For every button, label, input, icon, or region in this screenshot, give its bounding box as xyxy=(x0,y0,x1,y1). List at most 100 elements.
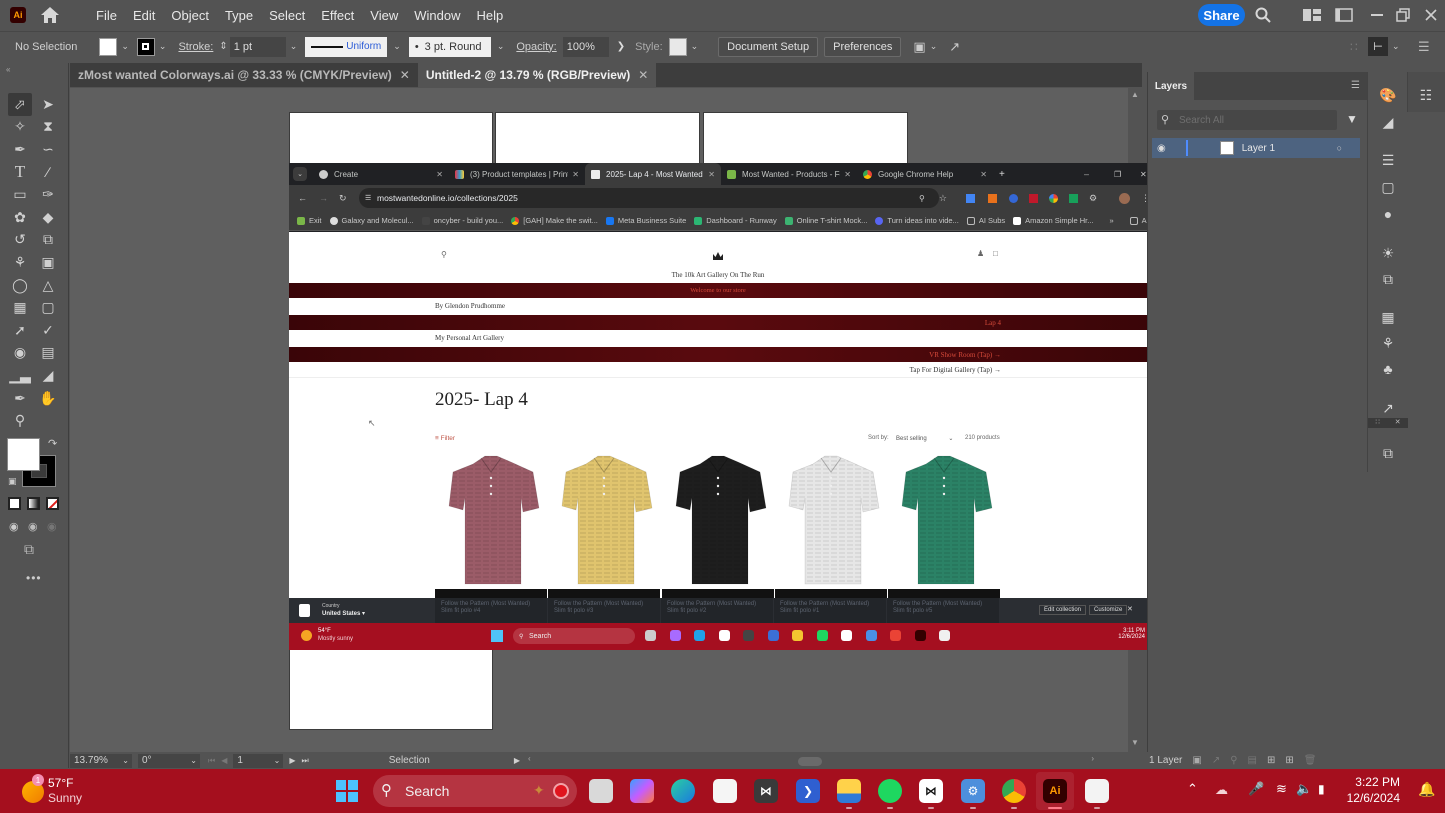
rectangle-tool-icon[interactable]: ▭ xyxy=(8,183,32,206)
artboard[interactable] xyxy=(289,648,493,730)
properties-panel-icon[interactable]: ⊢ xyxy=(1368,37,1388,56)
asset-export-icon[interactable]: ↗ xyxy=(1378,399,1398,417)
snipping-tool-icon[interactable] xyxy=(1085,779,1109,803)
extension-icon[interactable] xyxy=(1029,193,1038,203)
product-title[interactable]: Follow the Pattern (Most Wanted) Slim fi… xyxy=(887,598,999,623)
store-search-icon[interactable]: ⚲ xyxy=(441,250,447,259)
bookmark-item[interactable]: Turn ideas into vide... xyxy=(875,216,959,225)
menu-select[interactable]: Select xyxy=(261,8,313,23)
mesh-tool-icon[interactable]: ▦ xyxy=(8,296,32,319)
bookmark-item[interactable]: Online T-shirt Mock... xyxy=(784,216,867,225)
type-tool-icon[interactable]: T xyxy=(8,161,32,184)
close-preview-icon[interactable]: ✕ xyxy=(1127,605,1133,613)
extension-icon[interactable] xyxy=(966,193,975,203)
back-icon[interactable]: ← xyxy=(298,193,307,203)
wifi-icon[interactable]: ≋ xyxy=(1276,781,1287,797)
capcut-like-icon[interactable]: ⋈ xyxy=(754,779,778,803)
panel-options-icon[interactable]: ☰ xyxy=(1351,80,1360,91)
extension-icon[interactable] xyxy=(1009,193,1018,203)
close-tab-icon[interactable]: ✕ xyxy=(638,68,648,82)
export-selection-icon[interactable]: ↗ xyxy=(1212,755,1220,766)
new-layer-icon[interactable]: ⊞ xyxy=(1285,755,1293,766)
copilot-icon[interactable] xyxy=(669,630,681,641)
placed-browser-screenshot[interactable]: ⌄ Create ✕ (3) Product templates | Printf… xyxy=(289,163,1156,650)
menu-object[interactable]: Object xyxy=(163,8,217,23)
shaper-tool-icon[interactable]: ✿ xyxy=(8,206,32,229)
fill-color-box[interactable] xyxy=(7,438,40,471)
address-bar[interactable]: ☰ mostwantedonline.io/collections/2025 ⚲… xyxy=(359,188,947,208)
close-tab-icon[interactable]: ✕ xyxy=(400,68,410,82)
site-info-icon[interactable]: ☰ xyxy=(365,194,371,202)
bookmark-item[interactable]: Dashboard - Runway xyxy=(694,216,777,225)
variable-width-profile[interactable]: Uniform xyxy=(305,36,388,57)
filter-icon[interactable]: ▼ xyxy=(1346,112,1358,126)
screen-mode-icon[interactable]: ⧉ xyxy=(24,541,34,558)
show-hidden-icons-chevron[interactable]: ⌃ xyxy=(1187,781,1198,797)
zoom-tool-icon[interactable]: ⚲ xyxy=(8,409,32,432)
extensions-puzzle-icon[interactable]: ⚙ xyxy=(1089,193,1097,204)
chevron-down-icon[interactable]: ⌄ xyxy=(290,41,298,52)
llama-app-icon[interactable] xyxy=(713,779,737,803)
graphic-styles-icon[interactable]: ⧉ xyxy=(1378,270,1398,288)
capcut-like-icon[interactable] xyxy=(743,630,754,641)
close-tab-icon[interactable]: ✕ xyxy=(844,170,851,179)
customize-button[interactable]: Customize xyxy=(1089,605,1128,615)
polo-shirt-image[interactable] xyxy=(888,450,1001,590)
appearance-panel-icon[interactable]: ☀ xyxy=(1378,244,1398,262)
chrome-icon[interactable] xyxy=(1002,779,1026,803)
crown-logo-icon[interactable] xyxy=(712,248,724,260)
chevron-down-icon[interactable]: ⌄ xyxy=(121,41,129,52)
color-palette-icon[interactable]: 🎨 xyxy=(1378,86,1398,104)
sort-select[interactable]: Best selling ⌄ xyxy=(896,435,953,442)
zoom-level-select[interactable]: 13.79% ⌄ xyxy=(70,753,132,768)
illustrator-icon[interactable] xyxy=(914,630,926,641)
eraser-tool-icon[interactable]: ◆ xyxy=(36,206,60,229)
chevron-down-icon[interactable]: ⌄ xyxy=(691,41,699,52)
knife-tool-icon[interactable]: ✒ xyxy=(8,387,32,410)
file-explorer-icon[interactable] xyxy=(837,779,861,803)
transparency-panel-icon[interactable]: ● xyxy=(1378,205,1398,223)
search-icon[interactable] xyxy=(1253,6,1273,24)
stroke-weight-input[interactable]: 1 pt xyxy=(229,36,286,57)
visibility-eye-icon[interactable]: ◉ xyxy=(1157,143,1166,154)
taskbar-search-box[interactable]: ⚲ Search ✦ xyxy=(373,775,577,807)
forward-icon[interactable]: → xyxy=(319,193,328,203)
close-icon[interactable]: ✕ xyxy=(1395,418,1401,428)
product-title[interactable]: Follow the Pattern (Most Wanted) Slim fi… xyxy=(661,598,773,623)
product-card[interactable] xyxy=(661,450,774,598)
select-similar-icon[interactable]: ▣ xyxy=(913,39,925,55)
share-button[interactable]: Share xyxy=(1198,4,1245,26)
hand-tool-icon[interactable]: ✋ xyxy=(36,387,60,410)
bookmark-item[interactable]: [GAH] Make the swit... xyxy=(511,216,598,225)
browser-tab-chrome-help[interactable]: Google Chrome Help ✕ xyxy=(857,163,993,185)
document-setup-button[interactable]: Document Setup xyxy=(718,36,819,57)
tab-colorways-document[interactable]: zMost wanted Colorways.ai @ 33.33 % (CMY… xyxy=(70,63,418,87)
snipping-tool-icon[interactable] xyxy=(939,630,950,641)
bookmark-item[interactable]: Meta Business Suite xyxy=(605,216,686,225)
chevron-down-icon[interactable]: ⌄ xyxy=(159,41,167,52)
pen-tool-icon[interactable]: ✒ xyxy=(8,138,32,161)
close-tab-icon[interactable]: ✕ xyxy=(980,170,987,179)
browser-tab-most-wanted[interactable]: 2025- Lap 4 - Most Wanted ✕ xyxy=(585,163,721,185)
bookmark-item[interactable]: Exit xyxy=(297,216,322,225)
bookmarks-overflow-button[interactable]: » xyxy=(1109,216,1113,225)
free-transform-tool-icon[interactable]: ▣ xyxy=(36,251,60,274)
swatches-panel-icon[interactable]: ▦ xyxy=(1378,308,1398,326)
chevron-down-icon[interactable]: ⌄ xyxy=(1392,41,1400,52)
first-artboard-icon[interactable]: ⏮ xyxy=(208,756,215,766)
menu-effect[interactable]: Effect xyxy=(313,8,362,23)
new-sublayer-icon[interactable]: ⊞ xyxy=(1267,755,1275,766)
windows-start-icon[interactable] xyxy=(491,630,503,642)
default-fill-stroke-icon[interactable]: ▣ xyxy=(8,476,17,487)
opacity-input[interactable]: 100% xyxy=(562,36,609,57)
opacity-label[interactable]: Opacity: xyxy=(516,41,556,53)
capcut-icon[interactable] xyxy=(841,630,852,641)
stroke-swatch[interactable] xyxy=(136,37,155,56)
bookmark-item[interactable]: Amazon Simple Hr... xyxy=(1013,216,1093,225)
system-clock[interactable]: 3:22 PM 12/6/2024 xyxy=(1340,775,1400,805)
gradient-tool-icon[interactable]: ▢ xyxy=(36,296,60,319)
chevron-right-icon[interactable]: ❯ xyxy=(617,41,625,52)
filter-button[interactable]: ≡ Filter xyxy=(435,435,455,442)
extension-icon[interactable] xyxy=(1069,193,1078,203)
close-tab-icon[interactable]: ✕ xyxy=(708,170,715,179)
